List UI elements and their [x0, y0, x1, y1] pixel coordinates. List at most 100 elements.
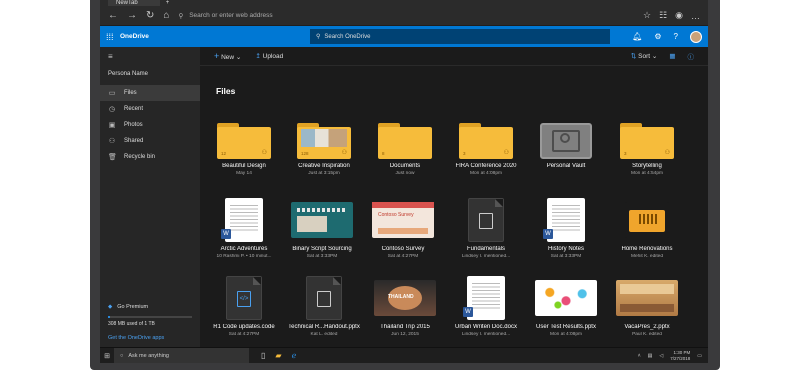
nav-label: Photos: [124, 122, 143, 128]
tray-chevron-icon[interactable]: ˄: [638, 353, 641, 359]
file-explorer-icon[interactable]: ▰: [275, 351, 281, 360]
task-view-icon[interactable]: ▯: [261, 351, 265, 360]
address-field[interactable]: ⚲ Search or enter web address: [178, 12, 634, 20]
slide-thumbnail: THAILAND: [374, 280, 436, 316]
folder-icon: 3 ⚇: [620, 123, 674, 159]
go-premium-link[interactable]: ◆ Go Premium: [108, 304, 192, 310]
network-icon[interactable]: ▤: [648, 353, 653, 359]
file-tile[interactable]: W History Notes Sat at 3:33PM: [530, 198, 602, 259]
folder-tile[interactable]: 8 Documents Just now: [369, 123, 441, 176]
file-tile[interactable]: </> R1 Code updates.code Sat at 4:27PM: [208, 276, 280, 337]
tile-meta: Lindsey I. mentioned...: [461, 332, 511, 337]
storage-panel: ◆ Go Premium 308 MB used of 1 TB Get the …: [100, 298, 200, 347]
file-tile[interactable]: W Arctic Adventures 10 Rashmi P. • 10 mi…: [208, 198, 280, 259]
onedrive-search-input[interactable]: ⚲ Search OneDrive: [310, 29, 610, 44]
file-tile[interactable]: Contoso Survey Contoso Survey Sat at 4:2…: [367, 198, 439, 259]
browser-tab[interactable]: NewTab: [108, 0, 160, 6]
clock[interactable]: 1:30 PM 7/27/2018: [670, 350, 690, 362]
tile-name: Technical R...Handout.pptx: [288, 324, 360, 330]
new-button[interactable]: + New ⌄: [214, 51, 241, 61]
favorites-hub-icon[interactable]: ☷: [659, 10, 667, 21]
file-tile[interactable]: VacaPres_2.pptx Paul K. edited: [611, 276, 683, 337]
cortana-search-box[interactable]: ○ Ask me anything: [114, 347, 249, 363]
tile-meta: 10 Rashmi P. • 10 minut...: [216, 254, 272, 259]
help-icon[interactable]: ?: [674, 32, 678, 41]
tile-name: Thailand Trip 2015: [380, 324, 430, 330]
clock-date: 7/27/2018: [670, 355, 691, 361]
favorite-star-icon[interactable]: ☆: [643, 10, 651, 21]
folder-zip-thumbnail: [625, 202, 669, 238]
tile-meta: Sat at 4:27PM: [228, 332, 260, 337]
action-center-icon[interactable]: ▭: [697, 353, 702, 359]
item-count: 3: [463, 151, 466, 156]
home-icon[interactable]: ⌂: [163, 10, 169, 21]
user-avatar[interactable]: [690, 30, 702, 43]
file-tile[interactable]: Technical R...Handout.pptx Kat L. edited: [288, 276, 360, 337]
tile-meta: Mon at 4:08pm: [470, 171, 502, 176]
windows-start-icon[interactable]: ⊞: [100, 352, 114, 360]
tile-name: Binary Script Sourcing: [292, 246, 352, 252]
vault-tile[interactable]: Personal Vault: [530, 123, 602, 171]
address-placeholder: Search or enter web address: [189, 12, 273, 19]
address-bar-row: ← → ↻ ⌂ ⚲ Search or enter web address ☆ …: [100, 6, 708, 26]
nav-item-recent[interactable]: ◷ Recent: [100, 101, 200, 117]
notifications-icon[interactable]: 🔔︎: [632, 32, 642, 41]
storage-bar-fill: [108, 316, 110, 318]
folder-tile[interactable]: 3 ⚇ Storytelling Mon at 4:54pm: [611, 123, 683, 176]
view-options-icon[interactable]: ▦: [669, 52, 675, 60]
slide-title: THAILAND: [388, 294, 414, 300]
nav-label: Recent: [124, 106, 144, 112]
tile-meta: Sat at 3:33PM: [306, 254, 338, 259]
file-tile[interactable]: Fundamentals Lindsey I. mentioned...: [450, 198, 522, 259]
folder-tile[interactable]: 3 ⚇ FIRA Conference 2020 Mon at 4:08pm: [450, 123, 522, 176]
tile-name: Creative Inspiration: [298, 163, 350, 169]
hamburger-menu-icon[interactable]: ≡: [100, 47, 200, 67]
item-count: 128: [301, 151, 309, 156]
file-tile[interactable]: THAILAND Thailand Trip 2015 Jun 12, 2015: [369, 276, 441, 337]
item-count: 3: [624, 151, 627, 156]
storage-quota: 308 MB used of 1 TB: [108, 321, 155, 327]
upload-button[interactable]: ↥ Upload: [255, 52, 283, 60]
tile-meta: Lindsey I. mentioned...: [461, 254, 511, 259]
file-tile[interactable]: Home Renovations Mehit K. edited: [611, 198, 683, 259]
trash-icon: 🗑︎: [108, 154, 117, 161]
folder-tile[interactable]: 128 ⚇ Creative Inspiration Just at 3:15pm: [288, 123, 360, 176]
nav-label: Files: [124, 90, 137, 96]
folder-photo-preview: [301, 129, 347, 147]
folder-tile[interactable]: 12 ⚇ Beautiful Design May 14: [208, 123, 280, 176]
tile-name: User Test Results.pptx: [536, 324, 596, 330]
new-tab-button[interactable]: +: [166, 0, 170, 6]
sort-button[interactable]: ⇅ Sort ⌄: [631, 52, 657, 60]
volume-icon[interactable]: ◁: [659, 353, 663, 359]
file-thumbnail: [468, 198, 504, 242]
file-tile[interactable]: User Test Results.pptx Mon at 4:08pm: [530, 276, 602, 337]
folder-icon: 128 ⚇: [297, 123, 351, 159]
word-icon: W: [463, 307, 473, 317]
search-icon: ⚲: [178, 12, 184, 20]
refresh-icon[interactable]: ↻: [146, 10, 154, 21]
word-document-thumbnail: W: [221, 198, 263, 242]
nav-item-shared[interactable]: ⚇ Shared: [100, 133, 200, 149]
files-content: Files 12 ⚇ Beautiful Design May 14 128 ⚇ C…: [200, 66, 708, 347]
slide-thumbnail: Contoso Survey: [372, 202, 434, 238]
tile-name: Documents: [389, 163, 421, 169]
nav-item-photos[interactable]: ▣ Photos: [100, 117, 200, 133]
info-pane-icon[interactable]: ⓘ: [688, 51, 695, 61]
windows-taskbar: ⊞ ○ Ask me anything ▯ ▰ ℯ ˄ ▤ ◁ 1:30 PM …: [100, 347, 708, 363]
folder-icon: ▭: [108, 90, 116, 97]
more-options-icon[interactable]: …: [691, 11, 700, 21]
get-apps-link[interactable]: Get the OneDrive apps: [108, 335, 192, 341]
forward-icon[interactable]: →: [127, 10, 137, 21]
app-launcher-icon[interactable]: ⁞⁞⁞: [106, 32, 120, 42]
edge-browser-icon[interactable]: ℯ: [292, 351, 297, 360]
app-name[interactable]: OneDrive: [120, 33, 320, 40]
plus-icon: +: [214, 51, 220, 61]
nav-item-recycle-bin[interactable]: 🗑︎ Recycle bin: [100, 149, 200, 165]
back-icon[interactable]: ←: [108, 10, 118, 21]
item-count: 8: [382, 151, 385, 156]
profile-icon[interactable]: ◉: [675, 10, 683, 21]
nav-item-files[interactable]: ▭ Files: [100, 85, 200, 101]
settings-gear-icon[interactable]: ⚙: [654, 32, 661, 41]
file-tile[interactable]: W Urban Writen Doc.docx Lindsey I. menti…: [450, 276, 522, 337]
file-tile[interactable]: Binary Script Sourcing Sat at 3:33PM: [286, 198, 358, 259]
